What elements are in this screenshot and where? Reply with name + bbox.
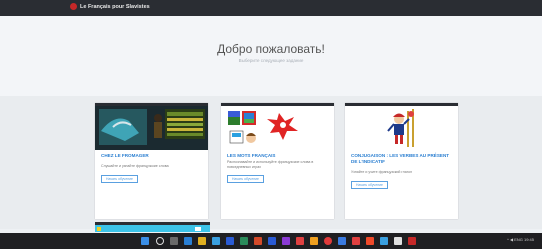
card-title[interactable]: CONJUGAISON : LES VERBES AU PRÉSENT DE L… <box>351 153 452 165</box>
card-title[interactable]: CHEZ LE FROMAGER <box>101 153 202 159</box>
app-icon[interactable] <box>366 237 374 245</box>
file-explorer-icon[interactable] <box>198 237 206 245</box>
page-title: Добро пожаловать! <box>217 42 325 56</box>
powerpoint-icon[interactable] <box>254 237 262 245</box>
excel-icon[interactable] <box>240 237 248 245</box>
top-navbar: Le Français pour Slavistes <box>0 0 542 16</box>
lesson-card-partial[interactable] <box>95 222 210 232</box>
app-icon[interactable] <box>352 237 360 245</box>
hero-section <box>0 16 542 96</box>
card-description: Узнайте и учите французский глагол <box>351 170 412 174</box>
card-image-vocabulary <box>221 103 334 150</box>
task-view-icon[interactable] <box>170 237 178 245</box>
word-icon[interactable] <box>268 237 276 245</box>
app-icon[interactable] <box>310 237 318 245</box>
card-image-cheese-shop <box>95 103 208 150</box>
brand-link[interactable]: Le Français pour Slavistes <box>70 3 150 10</box>
mail-icon[interactable] <box>226 237 234 245</box>
app-icon[interactable] <box>338 237 346 245</box>
search-icon[interactable] <box>156 237 164 245</box>
lesson-card-fromager[interactable]: CHEZ LE FROMAGER Слушайте и узнайте фран… <box>95 103 208 219</box>
onenote-icon[interactable] <box>282 237 290 245</box>
lesson-card-conjugaison[interactable]: CONJUGAISON : LES VERBES AU PRÉSENT DE L… <box>345 103 458 219</box>
brand-logo-icon <box>70 3 77 10</box>
taskbar: ^ ◀ ENG 19:45 <box>0 233 542 249</box>
start-menu-icon[interactable] <box>141 237 149 245</box>
app-icon[interactable] <box>394 237 402 245</box>
card-description: Слушайте и узнайте французские слова <box>101 164 169 168</box>
brand-name: Le Français pour Slavistes <box>80 3 150 10</box>
card-image-conjugation <box>345 103 458 150</box>
lesson-card-mots[interactable]: LES MOTS FRANÇAIS Распознавайте и исполь… <box>221 103 334 219</box>
start-lesson-button[interactable]: Начать обучение <box>227 175 264 183</box>
app-icon[interactable] <box>380 237 388 245</box>
edge-icon[interactable] <box>184 237 192 245</box>
card-title[interactable]: LES MOTS FRANÇAIS <box>227 153 328 159</box>
store-icon[interactable] <box>212 237 220 245</box>
app-icon[interactable] <box>296 237 304 245</box>
page-subtitle: Выберите следующее задание <box>238 58 304 63</box>
start-lesson-button[interactable]: Начать обучение <box>101 175 138 183</box>
chrome-icon[interactable] <box>324 237 332 245</box>
card-description: Распознавайте и используйте французские … <box>227 160 314 169</box>
system-tray[interactable]: ^ ◀ ENG 19:45 <box>507 237 534 242</box>
start-lesson-button[interactable]: Начать обучение <box>351 181 388 189</box>
app-icon[interactable] <box>408 237 416 245</box>
